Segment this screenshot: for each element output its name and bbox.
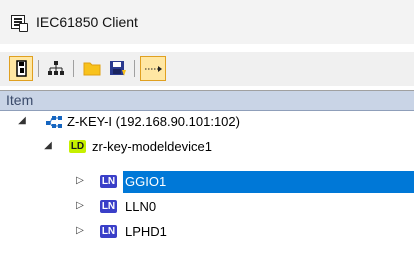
- expanded-arrow-icon[interactable]: ◢: [17, 115, 27, 127]
- expanded-arrow-icon[interactable]: ◢: [43, 140, 53, 152]
- tree-node-label: Z-KEY-I (192.168.90.101:102): [67, 114, 240, 129]
- network-button[interactable]: [44, 56, 68, 81]
- logical-node-icon: LN: [100, 175, 117, 188]
- forward-button[interactable]: [140, 56, 166, 81]
- collapsed-arrow-icon[interactable]: ▷: [75, 175, 85, 187]
- server-icon: [46, 116, 62, 128]
- tree-node-logical-device[interactable]: ◢ LD zr-key-modeldevice1: [0, 136, 414, 158]
- toolbar-separator: [134, 60, 135, 77]
- save-button[interactable]: [106, 56, 130, 81]
- open-icon: [16, 60, 27, 77]
- network-icon: [48, 61, 64, 75]
- save-icon: [110, 61, 126, 76]
- tree-node-lphd1[interactable]: ▷ LN LPHD1: [0, 221, 414, 243]
- toolbar-separator: [73, 60, 74, 77]
- title-bar: IEC61850 Client: [0, 0, 414, 44]
- window-title: IEC61850 Client: [36, 14, 138, 30]
- toolbar: [0, 52, 414, 86]
- app-window-icon: [11, 15, 28, 32]
- logical-node-icon: LN: [100, 200, 117, 213]
- logical-device-icon: LD: [69, 140, 86, 153]
- logical-node-icon: LN: [100, 225, 117, 238]
- column-header-item[interactable]: Item: [0, 91, 414, 111]
- tree-node-label: zr-key-modeldevice1: [92, 139, 212, 154]
- toolbar-separator: [38, 60, 39, 77]
- folder-icon: [83, 62, 101, 76]
- tree-node-label: LPHD1: [125, 224, 167, 239]
- column-header-label: Item: [6, 92, 34, 108]
- open-button[interactable]: [9, 56, 33, 81]
- tree-node-lln0[interactable]: ▷ LN LLN0: [0, 196, 414, 218]
- tree-node-label: GGIO1: [125, 174, 167, 189]
- tree-node-label: LLN0: [125, 199, 157, 214]
- tree-node-server[interactable]: ◢ Z-KEY-I (192.168.90.101:102): [0, 111, 414, 133]
- folder-button[interactable]: [80, 56, 104, 81]
- collapsed-arrow-icon[interactable]: ▷: [75, 200, 85, 212]
- selection-highlight: GGIO1: [123, 171, 414, 193]
- arrow-right-icon: [145, 66, 162, 72]
- collapsed-arrow-icon[interactable]: ▷: [75, 225, 85, 237]
- tree-panel: Item ◢ Z-KEY-I (192.168.90.101:102) ◢ LD…: [0, 90, 414, 272]
- tree-node-ggio1[interactable]: ▷ LN GGIO1: [0, 171, 414, 193]
